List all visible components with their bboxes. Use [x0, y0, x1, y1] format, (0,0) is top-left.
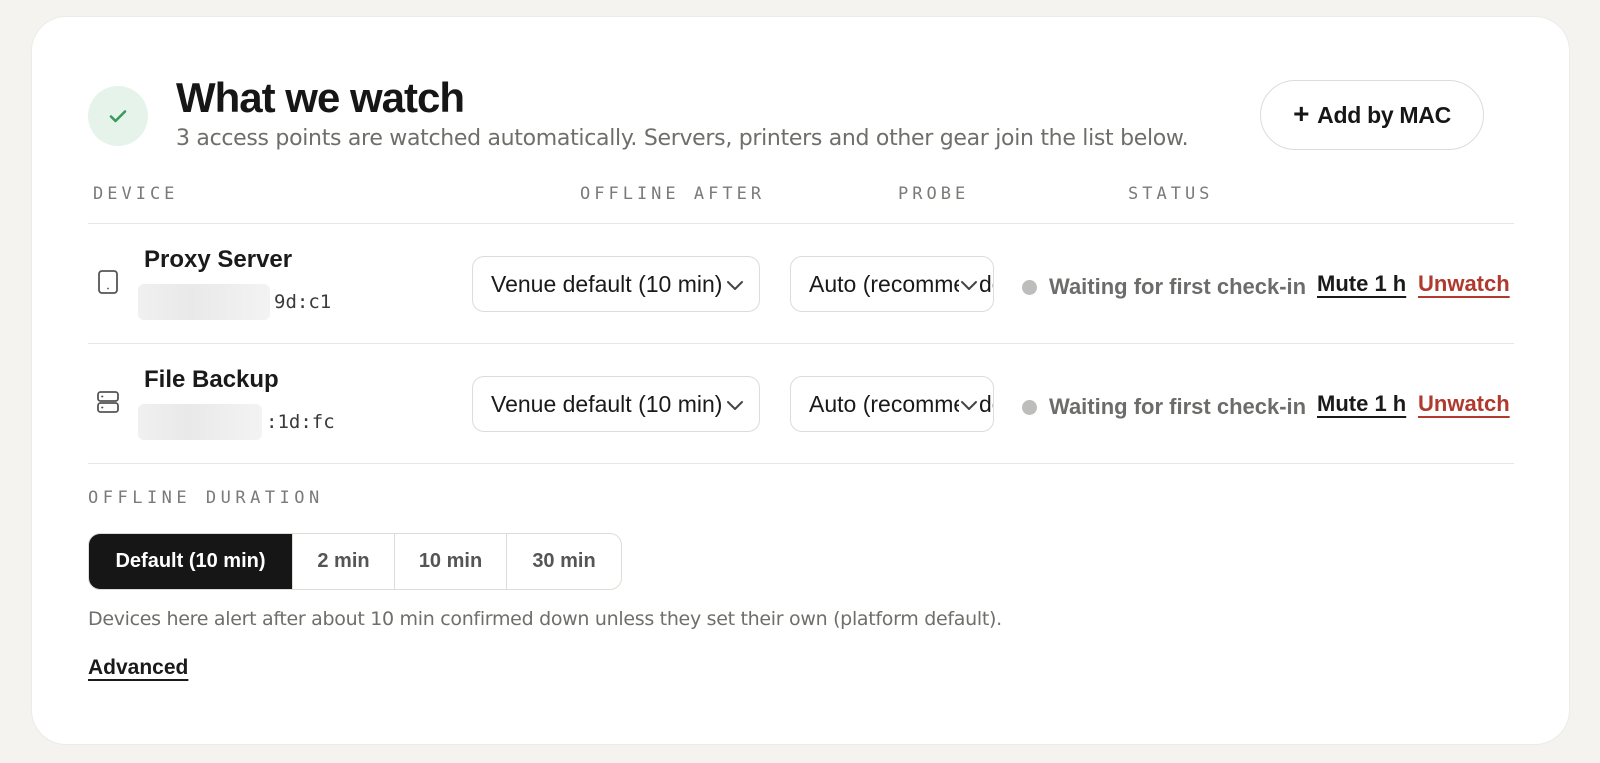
page-title: What we watch	[176, 74, 465, 121]
mac-address: 9d:c1	[138, 284, 331, 320]
column-header-status: STATUS	[1128, 184, 1214, 204]
duration-option-default[interactable]: Default (10 min)	[89, 534, 292, 589]
offline-after-value: Venue default (10 min)	[491, 270, 723, 297]
device-row: Proxy Server 9d:c1 Venue default (10 min…	[88, 224, 1514, 342]
unwatch-button[interactable]: Unwatch	[1418, 391, 1510, 417]
device-row: File Backup :1d:fc Venue default (10 min…	[88, 344, 1514, 462]
unwatch-button[interactable]: Unwatch	[1418, 271, 1510, 297]
divider	[88, 463, 1514, 464]
status-indicator: Waiting for first check-in	[1022, 394, 1306, 420]
add-by-mac-button[interactable]: + Add by MAC	[1260, 80, 1484, 150]
card-header: What we watch 3 access points are watche…	[88, 70, 1514, 160]
status-text: Waiting for first check-in	[1049, 394, 1307, 419]
chevron-down-icon	[725, 395, 745, 415]
advanced-link[interactable]: Advanced	[88, 656, 188, 680]
offline-duration-segmented-control: Default (10 min) 2 min 10 min 30 min	[88, 533, 622, 590]
mac-suffix: :1d:fc	[266, 411, 335, 433]
column-header-probe: PROBE	[898, 184, 970, 204]
duration-option-10-min[interactable]: 10 min	[394, 534, 506, 589]
tablet-icon	[98, 270, 118, 294]
device-name: Proxy Server	[144, 246, 293, 273]
chevron-down-icon	[959, 275, 979, 295]
offline-after-select[interactable]: Venue default (10 min)	[472, 376, 760, 432]
chevron-down-icon	[959, 395, 979, 415]
page-subtitle: 3 access points are watched automaticall…	[176, 126, 1189, 151]
check-icon	[88, 86, 148, 146]
server-icon	[97, 391, 119, 413]
duration-option-30-min[interactable]: 30 min	[506, 534, 621, 589]
plus-icon: +	[1293, 98, 1310, 129]
device-name: File Backup	[144, 366, 279, 393]
add-by-mac-label: Add by MAC	[1317, 101, 1451, 128]
duration-option-2-min[interactable]: 2 min	[292, 534, 394, 589]
probe-select[interactable]: Auto (recommended)	[790, 376, 994, 432]
status-dot	[1022, 279, 1037, 295]
mute-button[interactable]: Mute 1 h	[1317, 271, 1406, 297]
status-dot	[1022, 399, 1037, 415]
mute-button[interactable]: Mute 1 h	[1317, 391, 1406, 417]
offline-duration-label: OFFLINE DURATION	[88, 488, 324, 508]
status-text: Waiting for first check-in	[1049, 274, 1307, 299]
status-indicator: Waiting for first check-in	[1022, 274, 1306, 300]
mac-address: :1d:fc	[138, 404, 335, 440]
mac-redacted	[138, 284, 270, 320]
probe-select[interactable]: Auto (recommended)	[790, 256, 994, 312]
column-header-device: DEVICE	[93, 184, 179, 204]
offline-duration-note: Devices here alert after about 10 min co…	[88, 608, 1002, 630]
offline-after-select[interactable]: Venue default (10 min)	[472, 256, 760, 312]
mac-redacted	[138, 404, 262, 440]
chevron-down-icon	[725, 275, 745, 295]
column-header-offline-after: OFFLINE AFTER	[580, 184, 766, 204]
offline-after-value: Venue default (10 min)	[491, 390, 723, 417]
mac-suffix: 9d:c1	[274, 291, 332, 313]
